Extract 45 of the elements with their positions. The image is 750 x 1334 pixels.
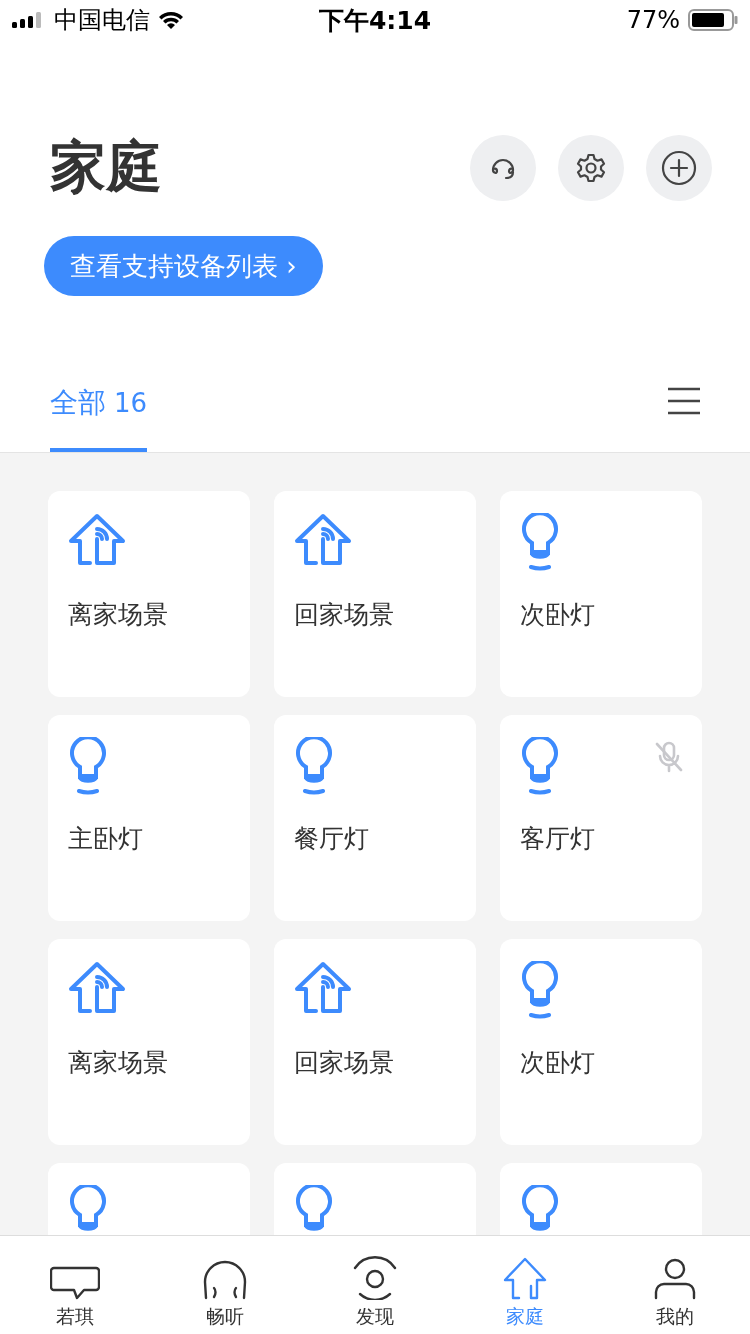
- bulb-icon: [68, 737, 108, 795]
- house-signal-icon: [294, 513, 352, 567]
- device-name: 客厅灯: [520, 823, 596, 855]
- bulb-icon: [520, 513, 560, 571]
- status-time: 下午4:14: [318, 4, 432, 37]
- device-card[interactable]: 次卧灯: [500, 491, 702, 697]
- battery-icon: [688, 9, 738, 31]
- device-card[interactable]: 回家场景: [274, 491, 476, 697]
- home-icon: [502, 1256, 548, 1300]
- house-signal-icon: [294, 961, 352, 1015]
- device-card[interactable]: 离家场景: [48, 491, 250, 697]
- add-icon: [661, 150, 697, 186]
- bulb-icon: [520, 737, 560, 795]
- bulb-icon: [294, 737, 334, 795]
- person-icon: [653, 1258, 697, 1300]
- device-card[interactable]: 客厅灯: [500, 715, 702, 921]
- wifi-icon: [158, 10, 184, 30]
- device-card[interactable]: 餐厅灯: [274, 715, 476, 921]
- page-title: 家庭: [50, 133, 162, 201]
- headphones-icon: [202, 1258, 248, 1300]
- house-signal-icon: [68, 961, 126, 1015]
- nav-tab[interactable]: 我的: [600, 1236, 750, 1334]
- device-name: 回家场景: [294, 1047, 395, 1079]
- device-name: 离家场景: [68, 1047, 169, 1079]
- discover-icon: [352, 1256, 398, 1300]
- device-name: 离家场景: [68, 599, 169, 631]
- battery-percent: 77%: [626, 6, 680, 34]
- house-signal-icon: [68, 513, 126, 567]
- device-name: 次卧灯: [520, 599, 596, 631]
- settings-icon: [574, 151, 608, 185]
- chat-bubble-icon: [50, 1266, 100, 1300]
- carrier-name: 中国电信: [54, 5, 150, 36]
- device-name: 回家场景: [294, 599, 395, 631]
- bulb-icon: [520, 961, 560, 1019]
- device-card[interactable]: 离家场景: [48, 939, 250, 1145]
- nav-tab[interactable]: 若琪: [0, 1236, 150, 1334]
- device-card[interactable]: 次卧灯: [500, 939, 702, 1145]
- nav-tab[interactable]: 畅听: [150, 1236, 300, 1334]
- device-name: 主卧灯: [68, 823, 144, 855]
- device-card[interactable]: 回家场景: [274, 939, 476, 1145]
- device-name: 餐厅灯: [294, 823, 370, 855]
- device-card[interactable]: 主卧灯: [48, 715, 250, 921]
- menu-icon[interactable]: [668, 387, 700, 415]
- device-name: 次卧灯: [520, 1047, 596, 1079]
- nav-tab[interactable]: 发现: [300, 1236, 450, 1334]
